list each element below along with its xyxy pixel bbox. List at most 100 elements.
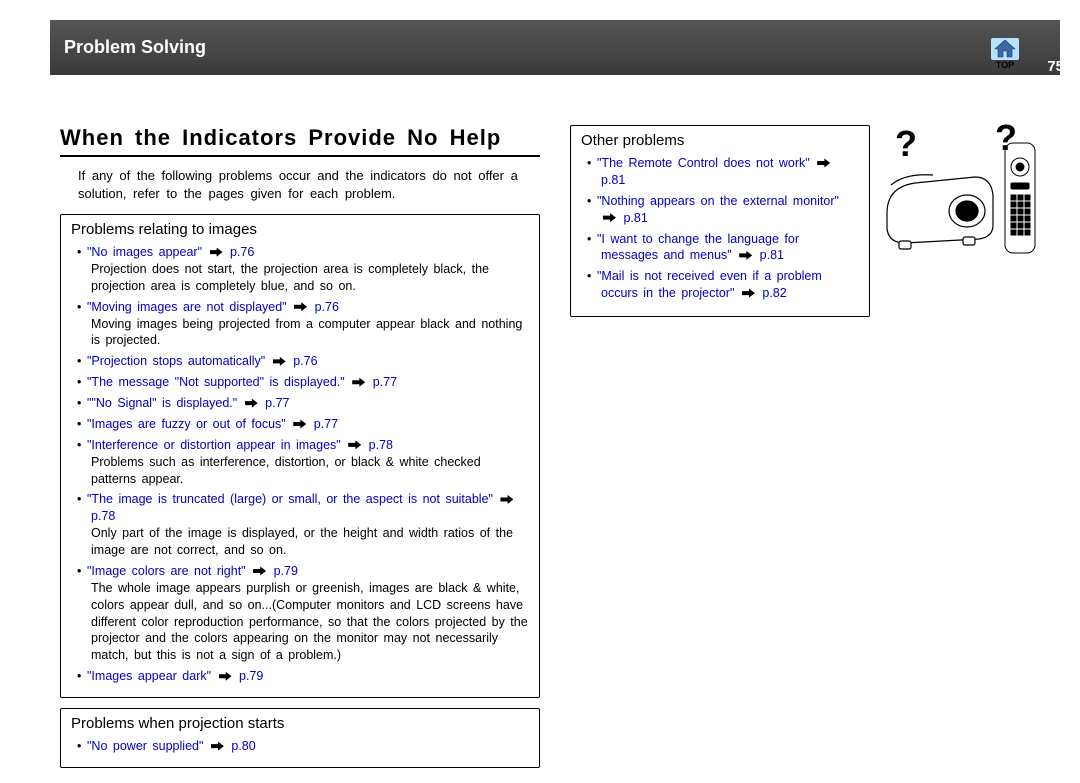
pointer-icon xyxy=(273,356,286,366)
page-ref[interactable]: p.81 xyxy=(754,248,784,262)
bullet: • xyxy=(77,668,87,685)
xref-link[interactable]: "The message "Not supported" is displaye… xyxy=(87,375,350,389)
page-number: 75 xyxy=(1047,58,1064,75)
list-item: •"No images appear" p.76Projection does … xyxy=(91,244,529,295)
item-description: Problems such as interference, distortio… xyxy=(91,454,529,488)
item-description: The whole image appears purplish or gree… xyxy=(91,580,529,664)
pointer-icon xyxy=(294,302,307,312)
bullet: • xyxy=(77,738,87,755)
list-item: •"The message "Not supported" is display… xyxy=(91,374,529,391)
xref-link[interactable]: "Mail is not received even if a problem … xyxy=(597,269,822,300)
item-description: Projection does not start, the projectio… xyxy=(91,261,529,295)
xref-link[interactable]: ""No Signal" is displayed." xyxy=(87,396,243,410)
item-description: Moving images being projected from a com… xyxy=(91,316,529,350)
left-column: When the Indicators Provide No Help If a… xyxy=(60,125,540,778)
images-heading: Problems relating to images xyxy=(71,221,529,238)
pointer-icon xyxy=(211,741,224,751)
pointer-icon xyxy=(253,566,266,576)
bullet: • xyxy=(587,231,597,248)
pointer-icon xyxy=(293,419,306,429)
bullet: • xyxy=(77,563,87,580)
page-ref[interactable]: p.80 xyxy=(226,739,256,753)
pointer-icon xyxy=(739,250,752,260)
list-item: •"The image is truncated (large) or smal… xyxy=(91,491,529,559)
bullet: • xyxy=(77,416,87,433)
list-item: •"Nothing appears on the external monito… xyxy=(601,193,859,227)
other-heading: Other problems xyxy=(581,132,859,149)
start-list: •"No power supplied" p.80 xyxy=(71,738,529,755)
xref-link[interactable]: "Projection stops automatically" xyxy=(87,354,271,368)
xref-link[interactable]: "No images appear" xyxy=(87,245,208,259)
list-item: •"I want to change the language for mess… xyxy=(601,231,859,265)
xref-link[interactable]: "No power supplied" xyxy=(87,739,209,753)
page-ref[interactable]: p.81 xyxy=(601,173,625,187)
page-ref[interactable]: p.77 xyxy=(308,417,338,431)
page-ref[interactable]: p.76 xyxy=(288,354,318,368)
xref-link[interactable]: "Interference or distortion appear in im… xyxy=(87,438,346,452)
illustration: ? ? xyxy=(885,125,1040,268)
page-ref[interactable]: p.77 xyxy=(260,396,290,410)
other-subsection: Other problems •"The Remote Control does… xyxy=(570,125,870,317)
list-item: •"Moving images are not displayed" p.76M… xyxy=(91,299,529,350)
pointer-icon xyxy=(603,213,616,223)
bullet: • xyxy=(77,374,87,391)
xref-link[interactable]: "Moving images are not displayed" xyxy=(87,300,292,314)
xref-link[interactable]: "The Remote Control does not work" xyxy=(597,156,815,170)
bullet: • xyxy=(77,353,87,370)
list-item: •"The Remote Control does not work" p.81 xyxy=(601,155,859,189)
pointer-icon xyxy=(500,494,513,504)
page-ref[interactable]: p.79 xyxy=(234,669,264,683)
bullet: • xyxy=(77,395,87,412)
item-description: Only part of the image is displayed, or … xyxy=(91,525,529,559)
start-subsection: Problems when projection starts •"No pow… xyxy=(60,708,540,768)
page-ref[interactable]: p.78 xyxy=(363,438,393,452)
xref-link[interactable]: "Nothing appears on the external monitor… xyxy=(597,194,839,208)
content-area: When the Indicators Provide No Help If a… xyxy=(60,125,1050,778)
pointer-icon xyxy=(352,377,365,387)
images-subsection: Problems relating to images •"No images … xyxy=(60,214,540,698)
home-icon xyxy=(991,38,1019,60)
intro-text: If any of the following problems occur a… xyxy=(60,167,540,202)
bullet: • xyxy=(77,437,87,454)
pointer-icon xyxy=(817,158,830,168)
right-column: Other problems •"The Remote Control does… xyxy=(570,125,1040,317)
bullet: • xyxy=(77,491,87,508)
xref-link[interactable]: "Images appear dark" xyxy=(87,669,217,683)
other-list: •"The Remote Control does not work" p.81… xyxy=(581,155,859,302)
list-item: •"Images appear dark" p.79 xyxy=(91,668,529,685)
pointer-icon xyxy=(348,440,361,450)
pointer-icon xyxy=(245,398,258,408)
question-mark-icon: ? xyxy=(895,123,917,165)
header-bar: Problem Solving TOP 75 xyxy=(50,20,1060,75)
breadcrumb: Problem Solving xyxy=(64,37,206,58)
pointer-icon xyxy=(742,288,755,298)
start-heading: Problems when projection starts xyxy=(71,715,529,732)
list-item: •"Interference or distortion appear in i… xyxy=(91,437,529,488)
bullet: • xyxy=(587,155,597,172)
bullet: • xyxy=(77,299,87,316)
section-title: When the Indicators Provide No Help xyxy=(60,125,540,157)
list-item: •"No power supplied" p.80 xyxy=(91,738,529,755)
images-list: •"No images appear" p.76Projection does … xyxy=(71,244,529,685)
xref-link[interactable]: "Image colors are not right" xyxy=(87,564,251,578)
xref-link[interactable]: "Images are fuzzy or out of focus" xyxy=(87,417,291,431)
page-ref[interactable]: p.79 xyxy=(268,564,298,578)
pointer-icon xyxy=(219,671,232,681)
bullet: • xyxy=(77,244,87,261)
list-item: •"Projection stops automatically" p.76 xyxy=(91,353,529,370)
question-mark-icon: ? xyxy=(995,117,1017,159)
page-ref[interactable]: p.76 xyxy=(309,300,339,314)
page-ref[interactable]: p.82 xyxy=(757,286,787,300)
xref-link[interactable]: "The image is truncated (large) or small… xyxy=(87,492,498,506)
page-ref[interactable]: p.76 xyxy=(225,245,255,259)
page-ref[interactable]: p.78 xyxy=(91,509,115,523)
top-label: TOP xyxy=(988,60,1022,70)
list-item: •""No Signal" is displayed." p.77 xyxy=(91,395,529,412)
top-badge[interactable]: TOP xyxy=(988,38,1022,70)
page-ref[interactable]: p.81 xyxy=(618,211,648,225)
list-item: •"Images are fuzzy or out of focus" p.77 xyxy=(91,416,529,433)
pointer-icon xyxy=(210,247,223,257)
bullet: • xyxy=(587,268,597,285)
list-item: •"Image colors are not right" p.79The wh… xyxy=(91,563,529,664)
page-ref[interactable]: p.77 xyxy=(367,375,397,389)
